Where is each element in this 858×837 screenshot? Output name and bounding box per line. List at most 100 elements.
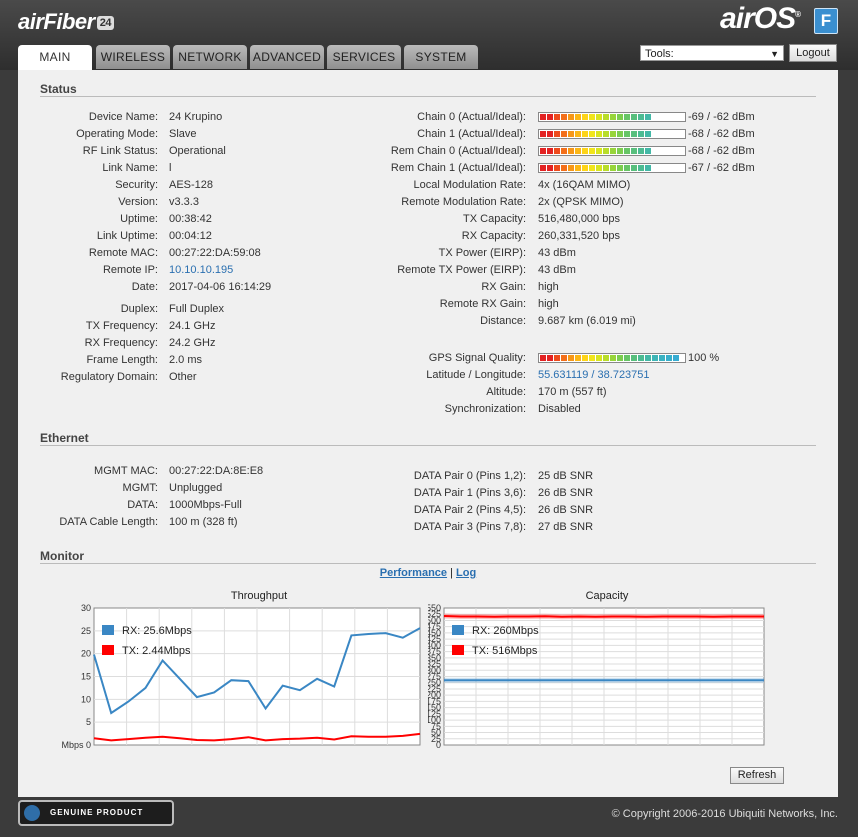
field-value: Disabled [538, 403, 581, 415]
field-label: Remote IP: [102, 264, 158, 276]
signal-bar-segment [603, 114, 609, 120]
field-label: Altitude: [486, 386, 526, 398]
signal-bar [538, 353, 686, 363]
signal-bar-segment [561, 114, 567, 120]
signal-bar-segment [617, 165, 623, 171]
signal-bar-segment [575, 131, 581, 137]
tab-main[interactable]: MAIN [18, 45, 92, 71]
field-label: Link Name: [102, 162, 158, 174]
field-value: 4x (16QAM MIMO) [538, 179, 631, 191]
field-label: GPS Signal Quality: [428, 352, 526, 364]
signal-bar-segment [540, 165, 546, 171]
signal-bar-segment [568, 148, 574, 154]
field-label: Version: [118, 196, 158, 208]
signal-bar-segment [554, 114, 560, 120]
field-label: Regulatory Domain: [60, 371, 158, 383]
performance-link[interactable]: Performance [380, 567, 447, 579]
field-label: Distance: [480, 315, 526, 327]
signal-bar-segment [568, 131, 574, 137]
signal-bar-segment [666, 355, 672, 361]
signal-bar-segment [631, 355, 637, 361]
tab-advanced[interactable]: ADVANCED [250, 45, 324, 69]
signal-bar-segment [561, 148, 567, 154]
tab-network[interactable]: NETWORK [173, 45, 247, 69]
signal-bar-segment [547, 355, 553, 361]
field-label: Local Modulation Rate: [413, 179, 526, 191]
genuine-product-badge: GENUINE PRODUCT [18, 800, 174, 826]
tab-services[interactable]: SERVICES [327, 45, 401, 69]
signal-bar-segment [617, 148, 623, 154]
signal-bar-segment [603, 131, 609, 137]
field-value: 27 dB SNR [538, 521, 594, 533]
field-value: high [538, 298, 559, 310]
field-value: Slave [169, 128, 197, 140]
field-label: Operating Mode: [76, 128, 158, 140]
tab-wireless[interactable]: WIRELESS [96, 45, 170, 69]
y-tick-label: 25 [81, 626, 91, 636]
field-label: TX Capacity: [463, 213, 526, 225]
field-value: 2x (QPSK MIMO) [538, 196, 624, 208]
field-label: Synchronization: [444, 403, 526, 415]
field-label: Duplex: [120, 303, 158, 315]
legend-swatch [452, 625, 464, 635]
field-label: Device Name: [88, 111, 158, 123]
signal-bar-segment [561, 165, 567, 171]
signal-bar-segment [540, 355, 546, 361]
legend-label: RX: 25.6Mbps [122, 625, 192, 637]
tab-system[interactable]: SYSTEM [404, 45, 478, 69]
field-label: RF Link Status: [82, 145, 158, 157]
field-value: -69 / -62 dBm [688, 111, 755, 123]
field-label: Remote RX Gain: [439, 298, 526, 310]
throughput-chart: Mbps 0 5 10 15 20 25 30 RX: 25.6Mbps TX: 2.44Mbp… [62, 604, 421, 750]
signal-bar-segment [603, 165, 609, 171]
field-label: DATA: [127, 499, 158, 511]
field-label: Frame Length: [86, 354, 158, 366]
field-label: RX Gain: [481, 281, 526, 293]
field-value: 26 dB SNR [538, 487, 594, 499]
field-label: Date: [131, 281, 158, 293]
legend-swatch [452, 645, 464, 655]
refresh-button[interactable]: Refresh [730, 767, 784, 784]
field-value: 2.0 ms [169, 354, 203, 366]
throughput-chart-title: Throughput [230, 590, 288, 602]
log-link[interactable]: Log [456, 567, 476, 579]
signal-bar-segment [540, 114, 546, 120]
signal-bar-segment [610, 355, 616, 361]
signal-bar-segment [617, 114, 623, 120]
logout-button[interactable]: Logout [789, 44, 837, 62]
field-value: high [538, 281, 559, 293]
signal-bar-segment [589, 148, 595, 154]
field-value: 24.1 GHz [169, 320, 216, 332]
airos-f-badge: F [814, 8, 838, 34]
signal-bar-segment [610, 114, 616, 120]
signal-bar-segment [589, 165, 595, 171]
signal-bar-segment [568, 114, 574, 120]
field-value: v3.3.3 [169, 196, 199, 208]
signal-bar-segment [631, 165, 637, 171]
field-value: 25 dB SNR [538, 470, 594, 482]
signal-bar [538, 146, 686, 156]
signal-bar-segment [624, 148, 630, 154]
signal-bar-segment [645, 148, 651, 154]
legend-swatch [102, 645, 114, 655]
field-label: Remote MAC: [88, 247, 158, 259]
signal-bar-segment [589, 131, 595, 137]
field-label: Chain 1 (Actual/Ideal): [417, 128, 526, 140]
tools-select[interactable]: Tools: ▼ [640, 45, 784, 61]
field-label: Rem Chain 1 (Actual/Ideal): [390, 162, 526, 174]
signal-bar-segment [624, 165, 630, 171]
signal-bar-segment [554, 131, 560, 137]
main-panel: Status Device Name: 24 Krupino Operating M… [18, 70, 838, 797]
link-separator: | [450, 567, 453, 579]
signal-bar-segment [610, 165, 616, 171]
remote-ip-link[interactable]: 10.10.10.195 [169, 262, 233, 278]
signal-bar-segment [645, 165, 651, 171]
field-value: 100 % [688, 352, 720, 364]
field-value: -68 / -62 dBm [688, 128, 755, 140]
field-label: MGMT: [122, 482, 158, 494]
field-value: 100 m (328 ft) [169, 516, 238, 528]
signal-bar-segment [568, 355, 574, 361]
signal-bar-segment [547, 165, 553, 171]
signal-bar-segment [638, 165, 644, 171]
location-link[interactable]: 55.631119 / 38.723751 [538, 367, 650, 383]
